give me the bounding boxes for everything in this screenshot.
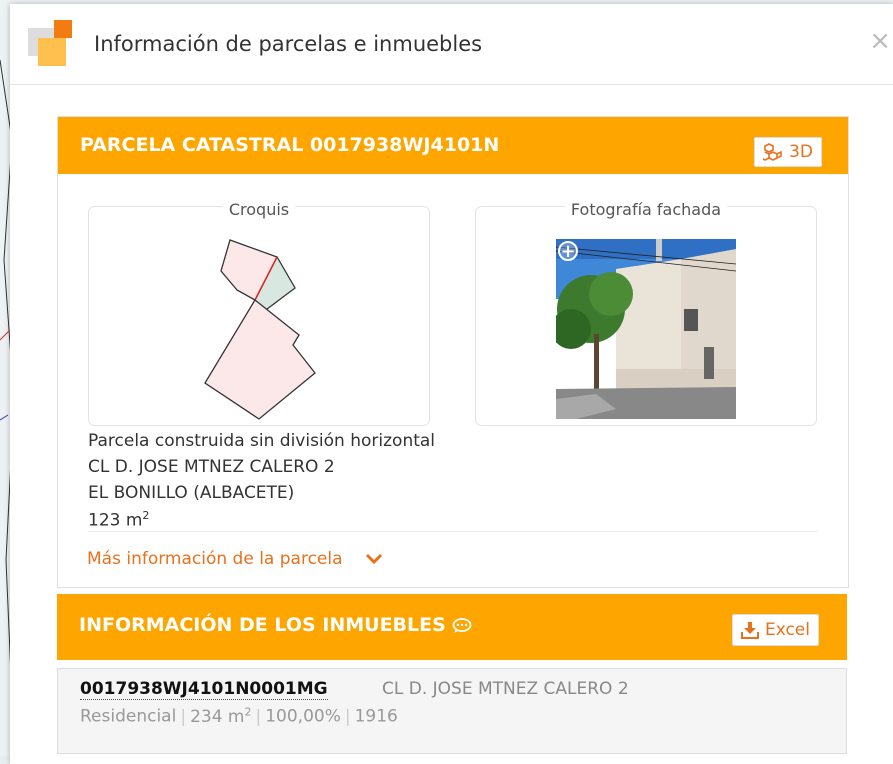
croquis-sketch[interactable] [199,235,329,425]
excel-label: Excel [764,620,810,640]
parcel-info-dialog: Información de parcelas e inmuebles × PA… [10,4,893,764]
parcel-title: PARCELA CATASTRAL 0017938WJ4101N [80,134,500,156]
inmueble-use: Residencial [80,706,177,727]
inmuebles-title-text: INFORMACIÓN DE LOS INMUEBLES [79,614,446,636]
catastro-logo-icon [28,20,72,66]
parcel-surface-value: 123 m [88,510,143,531]
fachada-label: Fotografía fachada [564,200,728,219]
chevron-down-icon [365,553,382,565]
inmueble-surface-value: 234 m [190,706,245,727]
download-icon [740,622,759,639]
parcel-type: Parcela construida sin división horizont… [88,431,436,451]
inmuebles-panel-header: INFORMACIÓN DE LOS INMUEBLES Excel [57,594,847,660]
fachada-box: Fotografía fachada + [475,200,817,426]
dialog-title: Información de parcelas e inmuebles [94,32,483,56]
more-parcel-info-link[interactable]: Más información de la parcela [87,549,383,569]
inmueble-address: CL D. JOSE MTNEZ CALERO 2 [382,679,629,699]
croquis-box: Croquis [88,200,430,426]
parcel-address: CL D. JOSE MTNEZ CALERO 2 [88,457,335,477]
close-icon[interactable]: × [869,26,891,56]
inmueble-surface: 234 m2 [190,705,251,727]
parcel-surface: 123 m2 [88,509,149,531]
divider [88,531,818,532]
more-parcel-info-label: Más información de la parcela [87,549,343,569]
inmueble-year: 1916 [354,706,398,727]
parcel-surface-exponent: 2 [142,509,150,522]
zoom-in-icon[interactable]: + [558,241,578,261]
inmueble-participation: 100,00% [265,706,341,727]
inmuebles-title: INFORMACIÓN DE LOS INMUEBLES [79,614,472,636]
view-3d-button[interactable]: 3D [754,137,822,167]
cubes-icon [763,143,782,161]
parcel-municipality: EL BONILLO (ALBACETE) [88,483,295,503]
parcel-panel: PARCELA CATASTRAL 0017938WJ4101N 3D Croq… [57,116,849,588]
parcel-panel-header: PARCELA CATASTRAL 0017938WJ4101N 3D [58,117,848,174]
export-excel-button[interactable]: Excel [731,614,819,646]
comment-icon[interactable] [452,617,472,634]
croquis-label: Croquis [222,200,296,219]
facade-photo[interactable]: + [556,239,736,419]
inmueble-details: Residencial | 234 m2 | 100,00% | 1916 [80,705,398,727]
view-3d-label: 3D [789,142,813,162]
inmueble-row: 0017938WJ4101N0001MG CL D. JOSE MTNEZ CA… [57,668,847,754]
inmuebles-panel: INFORMACIÓN DE LOS INMUEBLES Excel 00179… [57,594,847,764]
dialog-header: Información de parcelas e inmuebles × [10,4,893,85]
inmueble-reference-link[interactable]: 0017938WJ4101N0001MG [80,679,328,700]
